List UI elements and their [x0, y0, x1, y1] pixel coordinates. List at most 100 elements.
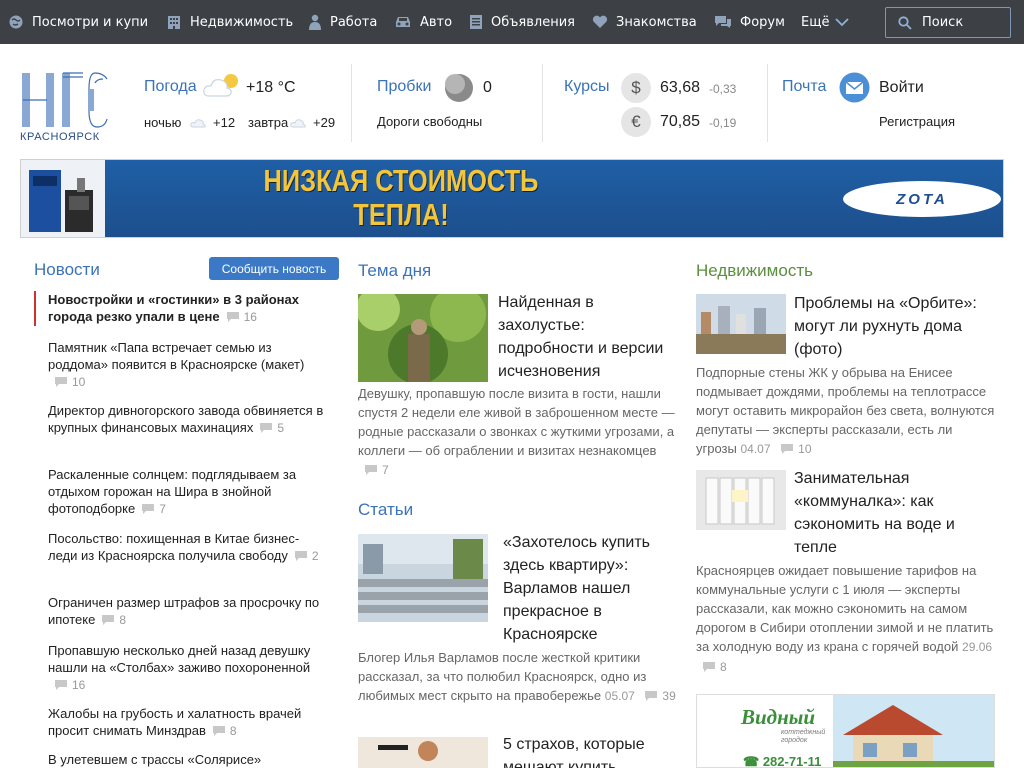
car-icon: [396, 17, 410, 27]
realty-photo-2[interactable]: [696, 470, 786, 530]
rates-link[interactable]: Курсы: [564, 78, 610, 96]
comment-count[interactable]: 16: [226, 310, 257, 324]
article-text: Блогер Илья Варламов после жесткой крити…: [358, 650, 647, 703]
comment-count[interactable]: 10: [780, 442, 812, 456]
article-photo-2[interactable]: [358, 737, 488, 768]
weather-link[interactable]: Погода: [144, 78, 197, 96]
chat-icon: [715, 16, 731, 28]
articles-section-title[interactable]: Статьи: [358, 500, 413, 520]
brand-name: ZOTA: [896, 190, 948, 208]
comment-count-value: 8: [229, 724, 237, 738]
news-list-item[interactable]: Посольство: похищенная в Китае бизнес-ле…: [34, 530, 324, 565]
ad-phone-number: 282-71-11: [762, 754, 822, 768]
comment-count[interactable]: 7: [141, 502, 166, 516]
comment-count[interactable]: 8: [702, 660, 727, 674]
article-date: 05.07: [604, 689, 635, 703]
comment-count[interactable]: 2: [294, 549, 319, 563]
comment-count-value: 16: [72, 678, 86, 692]
comment-count-value: 7: [159, 502, 166, 516]
comment-count-value: 7: [382, 463, 389, 477]
comment-count[interactable]: 8: [212, 724, 237, 738]
news-list-item[interactable]: Директор дивногорского завода обвиняется…: [34, 402, 324, 437]
comment-count[interactable]: 39: [644, 689, 676, 703]
realty-section-title[interactable]: Недвижимость: [696, 261, 813, 281]
nav-item-dating[interactable]: Знакомства: [592, 0, 697, 44]
nav-item-buy[interactable]: Посмотри и купи: [8, 0, 148, 44]
nav-more-menu[interactable]: Ещё: [801, 0, 857, 44]
mail-icon: [839, 72, 870, 103]
news-list-item[interactable]: В улетевшем с трассы «Солярисе»: [34, 751, 324, 768]
comment-icon: [703, 662, 715, 672]
login-link[interactable]: Войти: [879, 79, 924, 97]
theme-section-title[interactable]: Тема дня: [358, 261, 431, 281]
realty-article-title-1[interactable]: Проблемы на «Орбите»: могут ли рухнуть д…: [794, 292, 994, 361]
worker-icon: [309, 14, 321, 30]
article-desc: Блогер Илья Варламов после жесткой крити…: [358, 648, 678, 706]
globe-icon: [9, 15, 23, 29]
traffic-link[interactable]: Пробки: [377, 78, 431, 96]
comment-count[interactable]: 10: [54, 375, 85, 389]
news-list-item[interactable]: Пропавшую несколько дней назад девушку н…: [34, 642, 324, 694]
article-title[interactable]: «Захотелось купить здесь квартиру»: Варл…: [503, 531, 678, 646]
weather-night-label: ночью: [144, 115, 182, 130]
news-list-item[interactable]: Новостройки и «гостинки» в 3 районах гор…: [34, 291, 324, 326]
comment-count-value: 5: [277, 421, 285, 435]
realty-article-title-2[interactable]: Занимательная «коммуналка»: как сэкономи…: [794, 467, 994, 559]
news-section-title[interactable]: Новости: [34, 260, 100, 280]
weather-tomorrow-temp: +29: [313, 115, 336, 130]
news-list-item[interactable]: Памятник «Папа встречает семью из роддом…: [34, 339, 324, 391]
register-link[interactable]: Регистрация: [879, 114, 955, 129]
nav-item-label: Форум: [740, 14, 785, 30]
banner-line-2: ТЕПЛА!: [353, 197, 449, 232]
mail-link[interactable]: Почта: [782, 78, 826, 96]
nav-item-label: Авто: [420, 14, 453, 30]
nav-item-label: Знакомства: [616, 14, 697, 30]
nav-more-label: Ещё: [801, 14, 830, 30]
header-divider: [351, 64, 352, 142]
nav-item-jobs[interactable]: Работа: [308, 0, 377, 44]
comment-count[interactable]: 16: [54, 678, 85, 692]
news-list-item[interactable]: Ограничен размер штрафов за просрочку по…: [34, 594, 324, 629]
news-list-item[interactable]: Жалобы на грубость и халатность врачей п…: [34, 705, 324, 740]
nav-item-realty[interactable]: Недвижимость: [166, 0, 293, 44]
weather-temp: +18 °C: [246, 79, 296, 96]
heart-icon: [592, 15, 608, 28]
banner-ad[interactable]: НИЗКАЯ СТОИМОСТЬ ТЕПЛА! ZOTA: [20, 159, 1004, 238]
article-date: 29.06: [962, 640, 993, 654]
realty-article-text: Красноярцев ожидает повышение тарифов на…: [696, 563, 994, 654]
nav-item-forum[interactable]: Форум: [714, 0, 785, 44]
news-item-title: Посольство: похищенная в Китае бизнес-ле…: [48, 531, 300, 563]
theme-photo[interactable]: [358, 294, 488, 382]
news-list-item[interactable]: Раскаленные солнцем: подглядываем за отд…: [34, 466, 324, 518]
comment-icon: [212, 726, 225, 736]
building-icon: [168, 16, 180, 29]
news-item-title: Раскаленные солнцем: подглядываем за отд…: [48, 467, 297, 516]
comment-icon: [645, 691, 658, 701]
article-photo[interactable]: [358, 534, 488, 622]
report-news-button[interactable]: Сообщить новость: [209, 257, 339, 280]
search-button[interactable]: Поиск: [885, 7, 1011, 38]
comment-count[interactable]: 8: [101, 613, 126, 627]
theme-article-desc: Девушку, пропавшую после визита в гости,…: [358, 384, 678, 480]
article-date: 04.07: [740, 442, 771, 456]
nav-item-label: Работа: [330, 14, 378, 30]
ad-phone: ☎ 282-71-11: [743, 754, 822, 768]
traffic-level-icon: [445, 74, 473, 102]
article-title-2[interactable]: 5 страхов, которые мешают купить: [503, 733, 678, 768]
theme-article-title[interactable]: Найденная в захолустье: подробности и ве…: [498, 291, 678, 383]
side-ad[interactable]: Видный коттеджный городок ☎ 282-71-11: [696, 694, 995, 768]
realty-photo-1[interactable]: [696, 294, 786, 354]
nav-item-ads[interactable]: Объявления: [469, 0, 575, 44]
zota-logo: ZOTA: [843, 181, 1001, 217]
usd-rate: 63,68: [660, 79, 701, 96]
nav-item-auto[interactable]: Авто: [394, 0, 452, 44]
comment-count[interactable]: 7: [364, 463, 389, 477]
comment-count-value: 10: [798, 442, 812, 456]
weather-night-temp: +12: [213, 115, 236, 130]
comment-icon: [55, 377, 67, 387]
banner-line-1: НИЗКАЯ СТОИМОСТЬ: [263, 163, 539, 198]
realty-article-title-2-text: Занимательная «коммуналка»: как сэкономи…: [794, 470, 955, 556]
news-item-title: В улетевшем с трассы «Солярисе»: [48, 752, 262, 767]
comment-count[interactable]: 5: [259, 421, 284, 435]
theme-article-text: Девушку, пропавшую после визита в гости,…: [358, 386, 675, 458]
